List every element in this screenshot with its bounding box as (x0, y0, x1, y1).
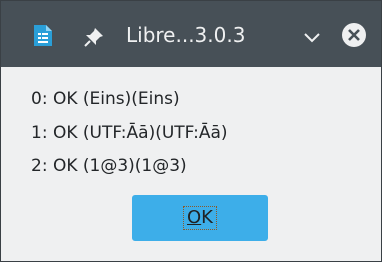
chevron-down-icon[interactable] (303, 29, 321, 43)
pin-icon[interactable] (83, 26, 105, 48)
ok-button-label: OK (183, 206, 217, 230)
window-title: Libre...3.0.3 (126, 23, 246, 47)
message-line: 0: OK (Eins)(Eins) (31, 89, 180, 109)
dialog-content: 0: OK (Eins)(Eins) 1: OK (UTF:Āā)(UTF:Āā… (1, 67, 381, 261)
libreoffice-document-icon[interactable] (33, 24, 53, 47)
title-bar[interactable]: Libre...3.0.3 (1, 1, 381, 67)
ok-button[interactable]: OK (132, 195, 268, 241)
dialog-window: Libre...3.0.3 0: OK (Eins)(Eins) 1: OK (… (0, 0, 382, 262)
close-icon[interactable] (342, 23, 366, 47)
ok-label-rest: K (201, 207, 213, 228)
message-line: 1: OK (UTF:Āā)(UTF:Āā) (31, 123, 228, 143)
message-line: 2: OK (1@3)(1@3) (31, 156, 187, 176)
ok-mnemonic: O (187, 207, 202, 228)
